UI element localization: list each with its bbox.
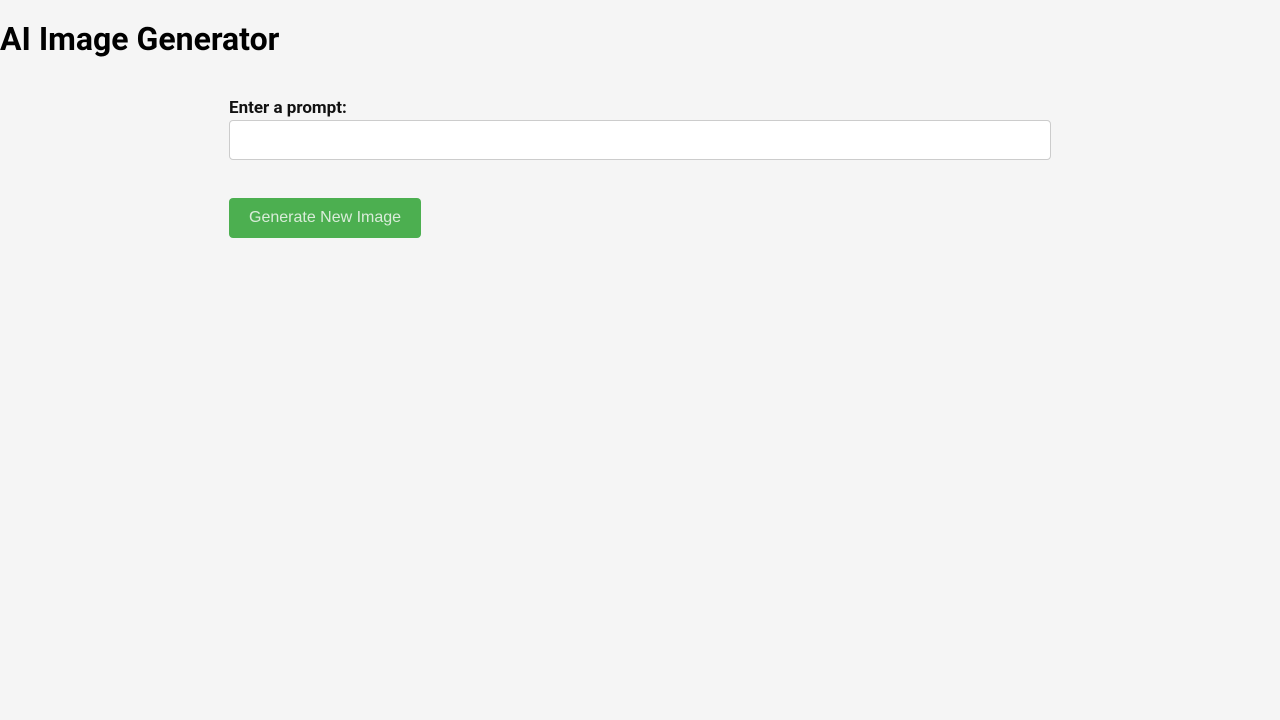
generate-button[interactable]: Generate New Image [229,198,421,238]
form-container: Enter a prompt: Generate New Image [229,98,1051,238]
page-title: AI Image Generator [0,0,1280,58]
prompt-input[interactable] [229,120,1051,160]
prompt-label: Enter a prompt: [229,98,1051,118]
